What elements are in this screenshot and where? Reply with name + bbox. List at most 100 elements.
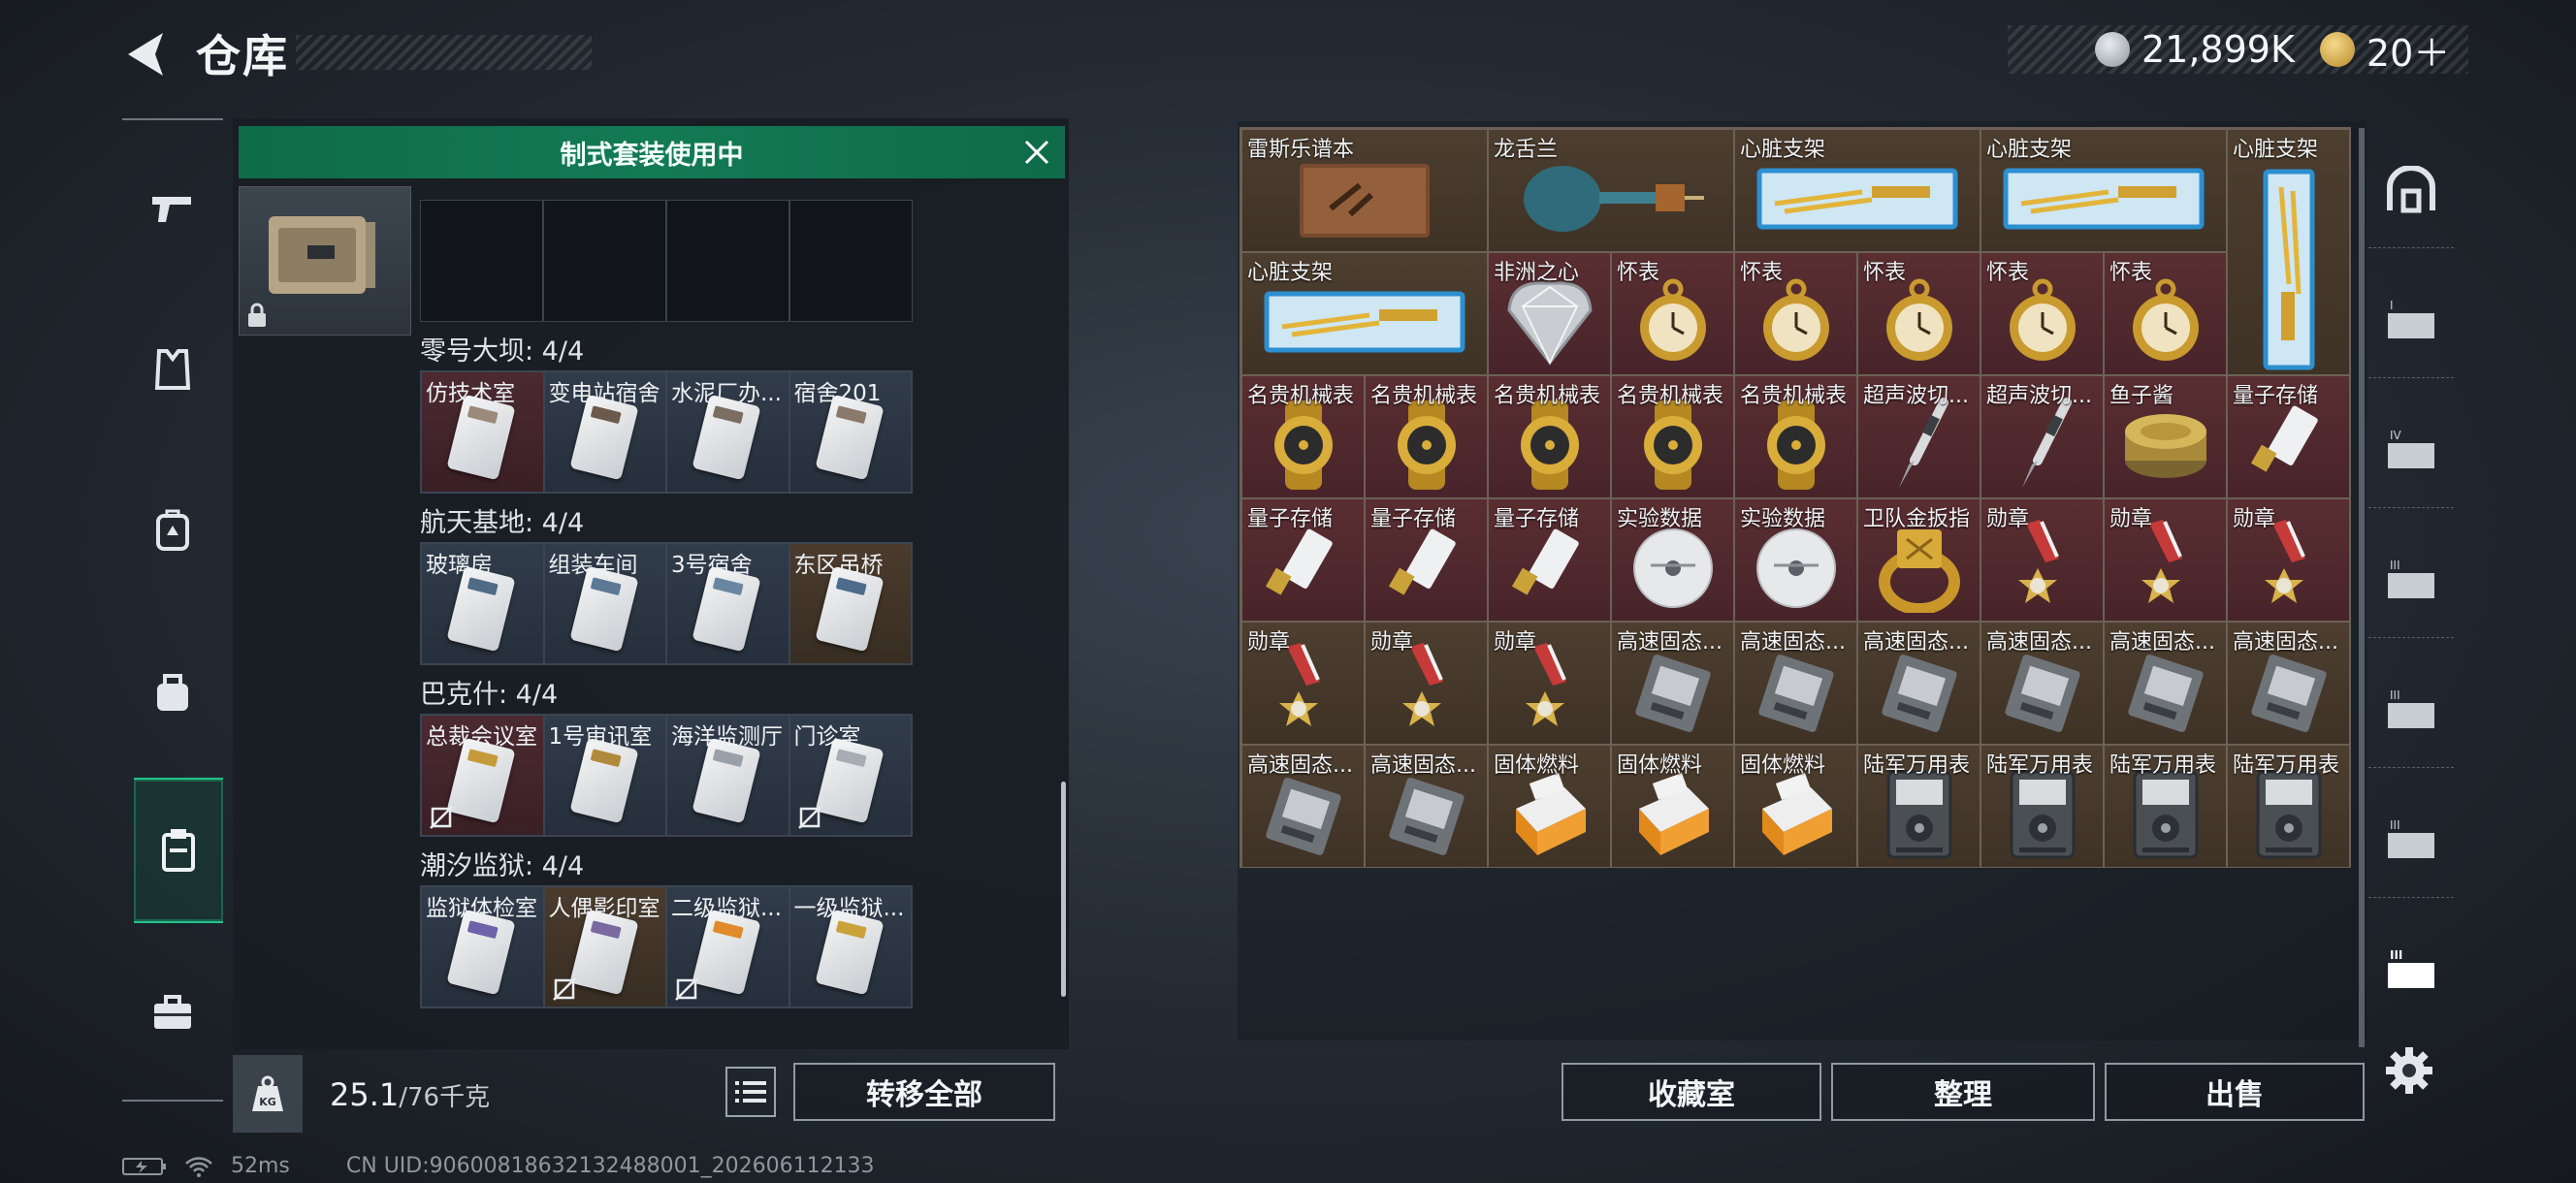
close-icon[interactable] [1018, 134, 1055, 171]
warehouse-scrollbar[interactable] [2359, 128, 2365, 1047]
item-label: 名贵机械表 [1494, 384, 1601, 408]
keycard-slot[interactable]: 人偶影印室 [544, 887, 665, 1007]
inventory-item[interactable]: 心脏支架 [1241, 252, 1488, 375]
inventory-item[interactable]: 实验数据 [1611, 498, 1734, 622]
inventory-item[interactable]: 勋章 [1365, 622, 1488, 745]
storage-tab-1[interactable]: I [2368, 262, 2454, 378]
inventory-item[interactable]: 高速固态... [1734, 622, 1857, 745]
storage-tab-3c[interactable]: III [2368, 782, 2454, 898]
inventory-item[interactable]: 怀表 [1611, 252, 1734, 375]
kit-scrollbar[interactable] [1061, 782, 1066, 997]
inventory-item[interactable]: 高速固态... [1857, 622, 1980, 745]
ssd-icon [2245, 650, 2333, 737]
keycard-slot[interactable]: 1号审讯室 [544, 716, 665, 835]
keycard-slot[interactable]: 3号宿舍 [667, 544, 789, 663]
inventory-item[interactable]: 勋章 [1488, 622, 1611, 745]
inventory-item[interactable]: 固体燃料 [1611, 745, 1734, 868]
nav-toolbox[interactable] [134, 939, 211, 1084]
inventory-item[interactable]: 陆军万用表 [2227, 745, 2350, 868]
nav-kit[interactable] [134, 778, 223, 923]
empty-slot[interactable] [543, 200, 666, 322]
right-storage-nav: I IV III III III III [2368, 132, 2454, 1102]
sell-button[interactable]: 出售 [2105, 1063, 2365, 1121]
inventory-item[interactable]: 固体燃料 [1734, 745, 1857, 868]
back-icon[interactable] [116, 25, 175, 83]
inventory-item[interactable]: 量子存储 [2227, 375, 2350, 498]
inventory-item[interactable]: 心脏支架 [1980, 129, 2227, 252]
storage-tab-3d-active[interactable]: III [2368, 911, 2454, 1028]
keycard-slot[interactable]: 组装车间 [544, 544, 665, 663]
gear-icon[interactable] [2382, 1043, 2436, 1098]
keycard-slot[interactable]: 总裁会议室 [422, 716, 543, 835]
inventory-item[interactable]: 量子存储 [1241, 498, 1365, 622]
inventory-item[interactable]: 怀表 [1980, 252, 2104, 375]
inventory-item[interactable]: 陆军万用表 [1857, 745, 1980, 868]
inventory-item[interactable]: 怀表 [1857, 252, 1980, 375]
ssd-icon [1999, 650, 2086, 737]
keycard-slot[interactable]: 二级监狱... [667, 887, 789, 1007]
inventory-item[interactable]: 勋章 [2227, 498, 2350, 622]
nav-bag[interactable] [134, 619, 211, 764]
inventory-item[interactable]: 卫队金扳指 [1857, 498, 1980, 622]
nav-armor[interactable] [134, 297, 211, 442]
inventory-item[interactable]: 高速固态... [1241, 745, 1365, 868]
inventory-item[interactable]: 非洲之心 [1488, 252, 1611, 375]
inventory-item[interactable]: 龙舌兰 [1488, 129, 1734, 252]
keycard-slot[interactable]: 变电站宿舍 [544, 372, 665, 492]
inventory-item[interactable]: 固体燃料 [1488, 745, 1611, 868]
empty-slot[interactable] [789, 200, 913, 322]
storage-tab-4[interactable]: IV [2368, 392, 2454, 508]
keycard-slot[interactable]: 东区吊桥 [789, 544, 911, 663]
gold-coin-icon [2319, 32, 2355, 67]
empty-slot[interactable] [666, 200, 789, 322]
keycard-slot[interactable]: 监狱体检室 [422, 887, 543, 1007]
inventory-item[interactable]: 量子存储 [1365, 498, 1488, 622]
inventory-item[interactable]: 超声波切... [1980, 375, 2104, 498]
inventory-item[interactable]: 高速固态... [1611, 622, 1734, 745]
keycard-slot[interactable]: 一级监狱... [789, 887, 911, 1007]
inventory-item[interactable]: 名贵机械表 [1734, 375, 1857, 498]
inventory-item[interactable]: 心脏支架 [2227, 129, 2350, 375]
ping-text: 52ms [231, 1154, 290, 1178]
inventory-item[interactable]: 实验数据 [1734, 498, 1857, 622]
collection-room-button[interactable]: 收藏室 [1562, 1063, 1821, 1121]
storage-tab-3a[interactable]: III [2368, 522, 2454, 638]
inventory-item[interactable]: 量子存储 [1488, 498, 1611, 622]
keycard-slot[interactable]: 门诊室 [789, 716, 911, 835]
keycard-slot[interactable]: 宿舍201 [789, 372, 911, 492]
inventory-item[interactable]: 勋章 [2104, 498, 2227, 622]
storage-tab-3b[interactable]: III [2368, 652, 2454, 768]
inventory-item[interactable]: 高速固态... [2104, 622, 2227, 745]
keycard-label: 门诊室 [793, 724, 861, 750]
inventory-item[interactable]: 高速固态... [2227, 622, 2350, 745]
inventory-item[interactable]: 超声波切... [1857, 375, 1980, 498]
storage-tab-home[interactable] [2368, 132, 2454, 248]
inventory-item[interactable]: 怀表 [1734, 252, 1857, 375]
keycard-slot[interactable]: 玻璃房 [422, 544, 543, 663]
keycard-label: 东区吊桥 [793, 553, 884, 578]
keycard-slot[interactable]: 水泥厂办... [667, 372, 789, 492]
inventory-item[interactable]: 陆军万用表 [1980, 745, 2104, 868]
premium-currency[interactable]: 20＋ [2367, 23, 2450, 77]
empty-slot[interactable] [420, 200, 543, 322]
keycard-slot[interactable]: 海洋监测厅 [667, 716, 789, 835]
inventory-item[interactable]: 名贵机械表 [1488, 375, 1611, 498]
inventory-item[interactable]: 心脏支架 [1734, 129, 1980, 252]
inventory-item[interactable]: 雷斯乐谱本 [1241, 129, 1488, 252]
inventory-item[interactable]: 名贵机械表 [1241, 375, 1365, 498]
list-view-button[interactable] [725, 1067, 776, 1117]
inventory-item[interactable]: 勋章 [1980, 498, 2104, 622]
inventory-item[interactable]: 名贵机械表 [1611, 375, 1734, 498]
keycard-slot[interactable]: 仿技术室 [422, 372, 543, 492]
nav-backpack[interactable] [134, 458, 211, 603]
nav-weapons[interactable] [134, 136, 211, 281]
inventory-item[interactable]: 勋章 [1241, 622, 1365, 745]
sort-button[interactable]: 整理 [1831, 1063, 2095, 1121]
inventory-item[interactable]: 高速固态... [1365, 745, 1488, 868]
inventory-item[interactable]: 陆军万用表 [2104, 745, 2227, 868]
inventory-item[interactable]: 怀表 [2104, 252, 2227, 375]
inventory-item[interactable]: 高速固态... [1980, 622, 2104, 745]
inventory-item[interactable]: 鱼子酱 [2104, 375, 2227, 498]
inventory-item[interactable]: 名贵机械表 [1365, 375, 1488, 498]
transfer-all-button[interactable]: 转移全部 [793, 1063, 1055, 1121]
